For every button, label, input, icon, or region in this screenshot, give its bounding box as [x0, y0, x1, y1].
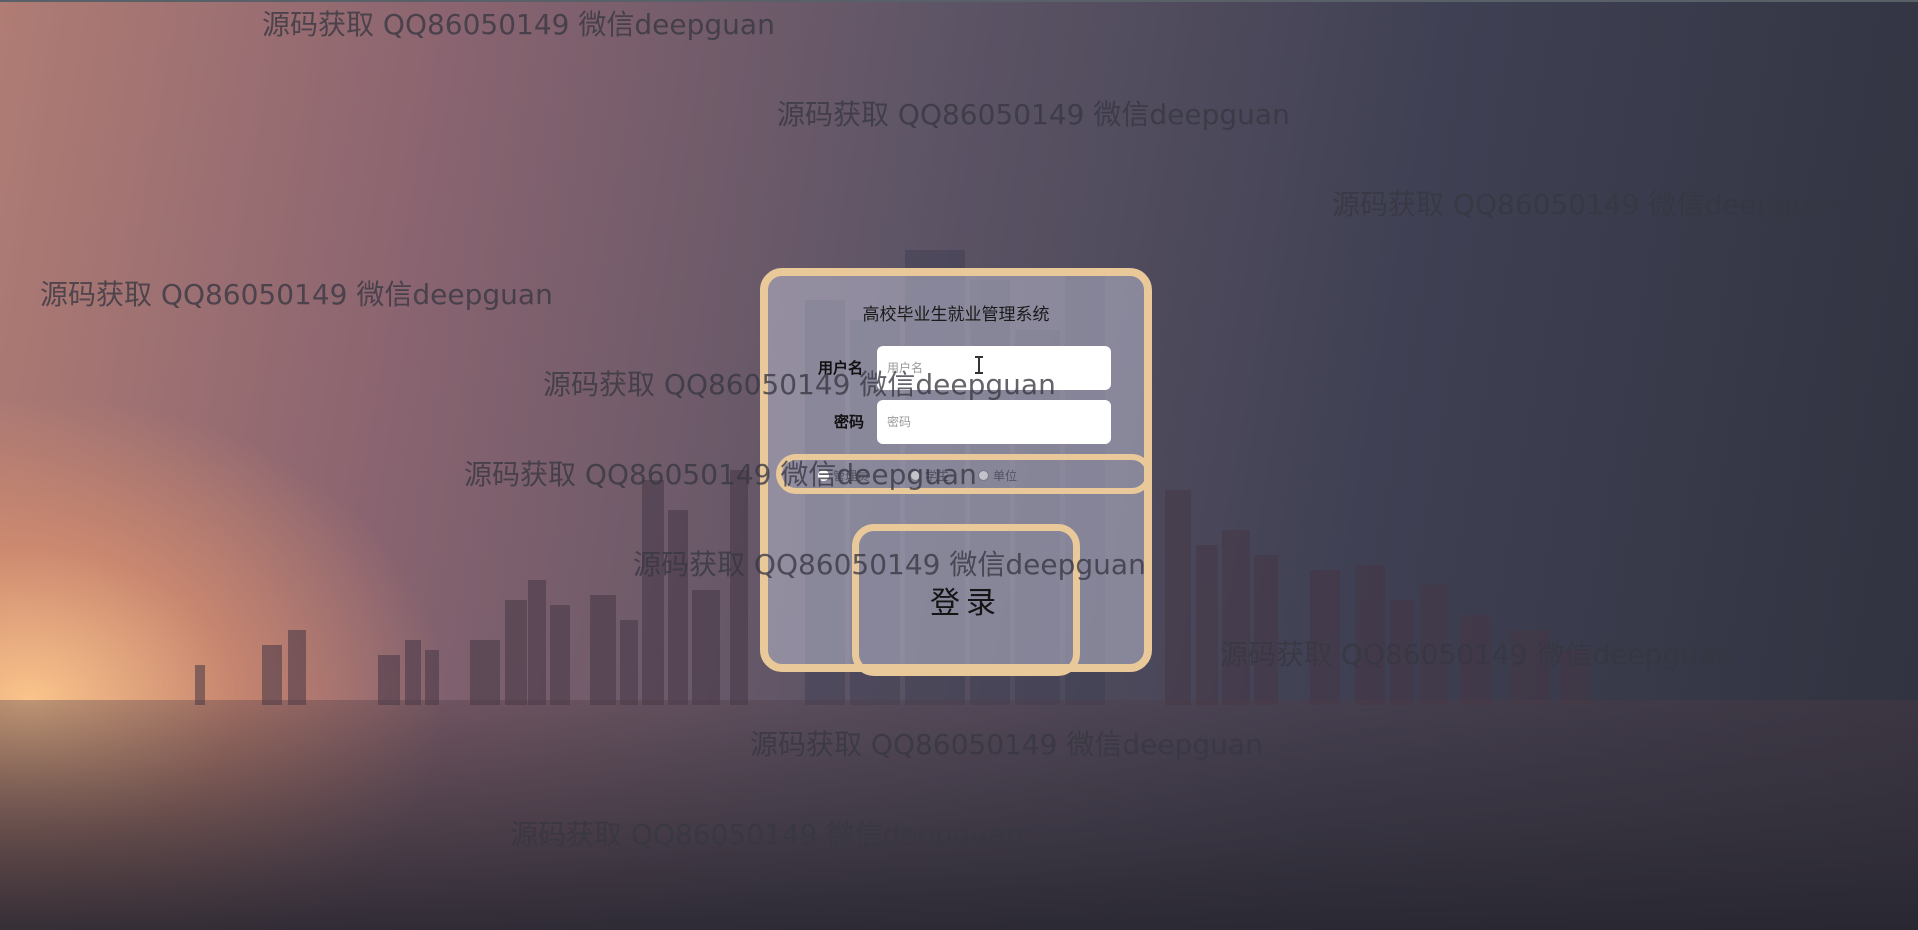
role-option-company[interactable]: 单位	[978, 467, 1017, 484]
role-option-label: 单位	[993, 469, 1018, 483]
watermark-text: 源码获取 QQ86050149 微信deepguan	[510, 818, 1023, 851]
watermark-text: 源码获取 QQ86050149 微信deepguan	[633, 548, 1146, 581]
watermark-text: 源码获取 QQ86050149 微信deepguan	[464, 458, 977, 491]
watermark-text: 源码获取 QQ86050149 微信deepguan	[1332, 188, 1845, 221]
watermark-text: 源码获取 QQ86050149 微信deepguan	[777, 98, 1290, 131]
password-input[interactable]	[877, 400, 1111, 444]
watermark-text: 源码获取 QQ86050149 微信deepguan	[1220, 638, 1733, 671]
watermark-text: 源码获取 QQ86050149 微信deepguan	[750, 728, 1263, 761]
system-title: 高校毕业生就业管理系统	[862, 305, 1050, 325]
text-cursor-icon	[975, 356, 983, 374]
radio-icon[interactable]	[978, 470, 989, 481]
password-label: 密码	[834, 413, 865, 431]
watermark-text: 源码获取 QQ86050149 微信deepguan	[40, 278, 553, 311]
watermark-text: 源码获取 QQ86050149 微信deepguan	[262, 8, 775, 41]
